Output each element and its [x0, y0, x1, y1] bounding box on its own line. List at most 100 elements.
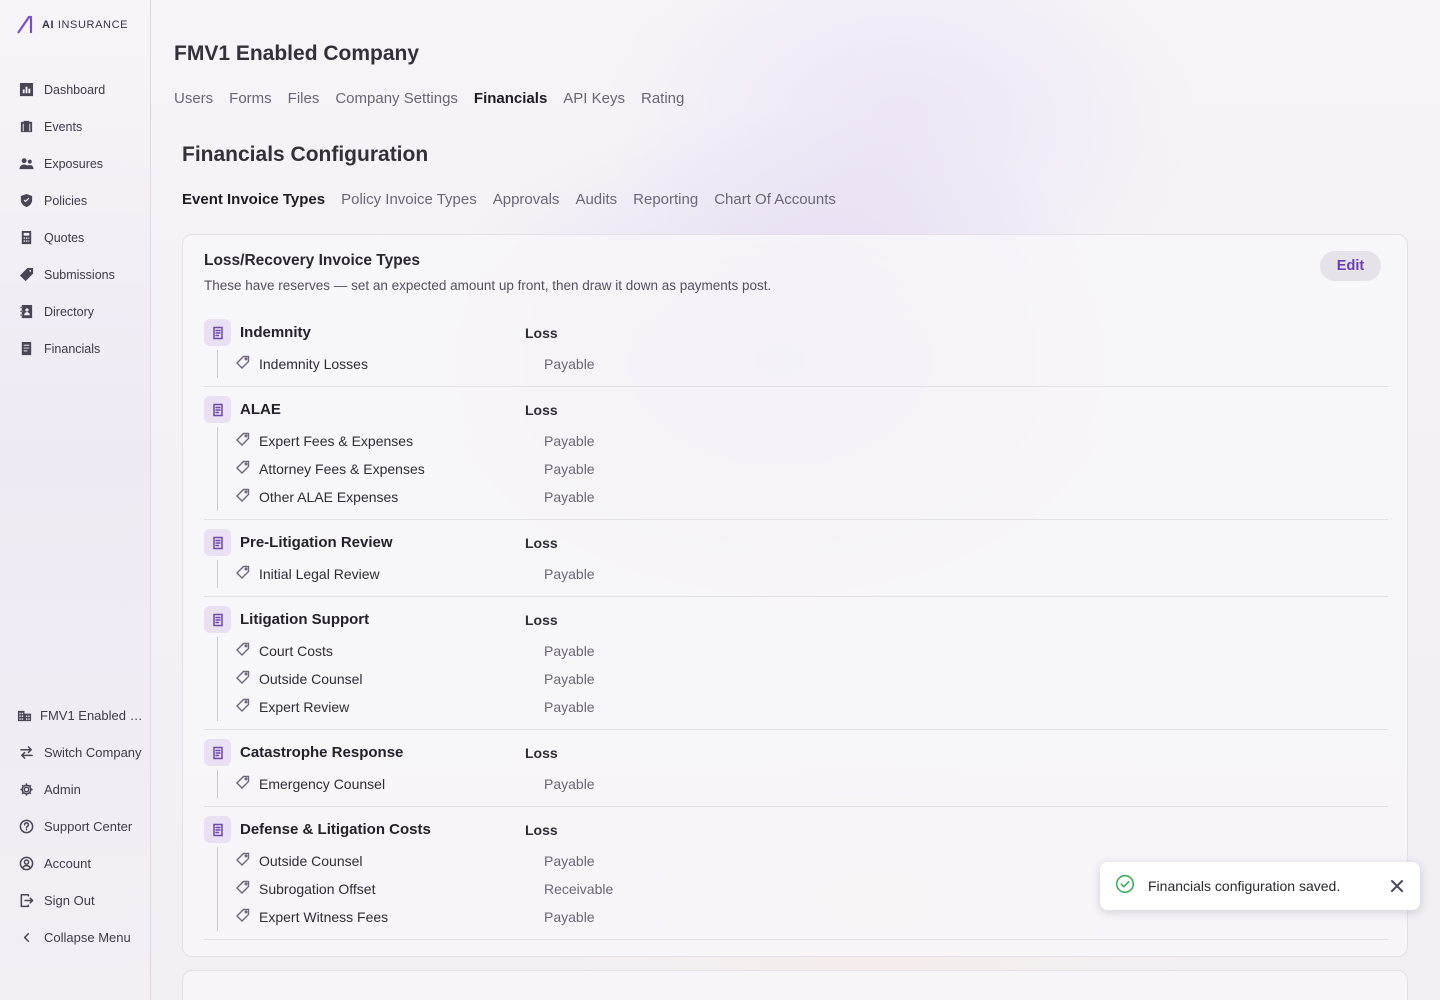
help-circle-icon [18, 819, 34, 835]
sign-out-label: Sign Out [44, 893, 95, 908]
sidebar-item-policies[interactable]: Policies [0, 182, 151, 219]
group-children: Expert Fees & Expenses Payable Attorney Fe… [217, 427, 1388, 511]
gear-icon [18, 782, 34, 798]
toast-close-button[interactable] [1380, 869, 1414, 903]
subtype-name: Subrogation Offset [259, 881, 376, 897]
contact-book-icon [18, 304, 34, 320]
brand-logo[interactable]: AI INSURANCE [16, 15, 128, 35]
invoice-type-groups: Indemnity Loss Indemnity Losses Payable ALAE… [204, 318, 1388, 948]
check-circle-icon [1115, 874, 1135, 899]
group-name: Indemnity [240, 324, 311, 341]
invoice-icon [204, 396, 231, 423]
sidebar-item-label: Events [44, 119, 83, 134]
sidebar-item-financials[interactable]: Financials [0, 330, 151, 367]
subtab-reporting[interactable]: Reporting [633, 191, 698, 208]
current-company[interactable]: FMV1 Enabled Company [0, 697, 151, 734]
switch-company-label: Switch Company [44, 745, 142, 760]
subtype-name: Attorney Fees & Expenses [259, 461, 425, 477]
subtype-name: Emergency Counsel [259, 776, 386, 792]
sign-out-icon [18, 893, 34, 909]
chevron-left-icon [18, 930, 34, 946]
group-header: Pre-Litigation Review Loss [204, 528, 1388, 557]
invoice-icon [204, 529, 231, 556]
sidebar-item-directory[interactable]: Directory [0, 293, 151, 330]
subtab-audits[interactable]: Audits [575, 191, 617, 208]
admin-button[interactable]: Admin [0, 771, 151, 808]
sidebar-item-quotes[interactable]: Quotes [0, 219, 151, 256]
invoice-subtype-row: Attorney Fees & Expenses Payable [218, 455, 1388, 483]
subtype-name: Indemnity Losses [259, 356, 368, 372]
success-toast: Financials configuration saved. [1100, 862, 1420, 910]
invoice-icon [204, 739, 231, 766]
invoice-subtype-row: Indemnity Losses Payable [218, 350, 1388, 378]
invoice-type-group: ALAE Loss Expert Fees & Expenses Payable Att… [204, 395, 1388, 520]
subtype-name: Other ALAE Expenses [259, 489, 399, 505]
group-kind: Loss [525, 534, 558, 551]
tab-rating[interactable]: Rating [641, 90, 684, 107]
sidebar-item-events[interactable]: Events [0, 108, 151, 145]
brand-name: AI INSURANCE [42, 19, 129, 31]
sidebar-item-exposures[interactable]: Exposures [0, 145, 151, 182]
sidebar-item-label: Exposures [44, 156, 104, 171]
sidebar-item-submissions[interactable]: Submissions [0, 256, 151, 293]
user-circle-icon [18, 856, 34, 872]
receipt-icon [18, 341, 34, 357]
next-card [182, 970, 1408, 1000]
subtab-approvals[interactable]: Approvals [493, 191, 560, 208]
edit-button[interactable]: Edit [1320, 251, 1381, 281]
page-title: FMV1 Enabled Company [174, 42, 420, 65]
tab-users[interactable]: Users [174, 90, 213, 107]
sign-out-button[interactable]: Sign Out [0, 882, 151, 919]
invoice-icon [204, 319, 231, 346]
sidebar-item-dashboard[interactable]: Dashboard [0, 71, 151, 108]
subtype-name: Outside Counsel [259, 671, 363, 687]
tab-company-settings[interactable]: Company Settings [335, 90, 458, 107]
subtype-kind: Payable [544, 776, 595, 792]
subtab-event-invoice-types[interactable]: Event Invoice Types [182, 191, 325, 208]
subtype-name: Court Costs [259, 643, 333, 659]
tag-icon [236, 432, 259, 451]
account-label: Account [44, 856, 91, 871]
subtype-name: Outside Counsel [259, 853, 363, 869]
calculator-icon [18, 230, 34, 246]
group-header: Defense & Litigation Costs Loss [204, 815, 1388, 844]
tag-icon [236, 355, 259, 374]
card-description: These have reserves — set an expected am… [204, 278, 772, 293]
group-name: ALAE [240, 401, 281, 418]
brand-logo-icon [17, 15, 33, 34]
support-center-button[interactable]: Support Center [0, 808, 151, 845]
subtype-name: Initial Legal Review [259, 566, 380, 582]
subtab-policy-invoice-types[interactable]: Policy Invoice Types [341, 191, 477, 208]
group-name: Pre-Litigation Review [240, 534, 393, 551]
invoice-type-group: Litigation Support Loss Court Costs Payable… [204, 605, 1388, 730]
sidebar-bottom: FMV1 Enabled Company Switch Company Admi… [0, 697, 151, 956]
group-children: Indemnity Losses Payable [217, 350, 1388, 378]
tab-files[interactable]: Files [288, 90, 320, 107]
subtype-kind: Payable [544, 853, 595, 869]
tag-icon [236, 908, 259, 927]
sidebar-item-label: Financials [44, 341, 101, 356]
tab-financials[interactable]: Financials [474, 90, 547, 107]
invoice-types-card: Loss/Recovery Invoice Types These have r… [182, 234, 1408, 957]
subtype-kind: Payable [544, 489, 595, 505]
building-icon [16, 708, 32, 724]
sidebar-nav: Dashboard Events Exposures Policies Quot… [0, 71, 151, 367]
subtab-chart-of-accounts[interactable]: Chart Of Accounts [714, 191, 836, 208]
group-kind: Loss [525, 611, 558, 628]
account-button[interactable]: Account [0, 845, 151, 882]
switch-company-button[interactable]: Switch Company [0, 734, 151, 771]
tag-icon [236, 460, 259, 479]
invoice-subtype-row: Outside Counsel Payable [218, 665, 1388, 693]
collapse-menu-button[interactable]: Collapse Menu [0, 919, 151, 956]
invoice-subtype-row: Other ALAE Expenses Payable [218, 483, 1388, 511]
subtype-kind: Payable [544, 671, 595, 687]
card-title: Loss/Recovery Invoice Types [204, 252, 420, 269]
subtype-kind: Payable [544, 433, 595, 449]
swap-arrows-icon [18, 745, 34, 761]
subtype-name: Expert Witness Fees [259, 909, 389, 925]
group-kind: Loss [525, 401, 558, 418]
tab-api-keys[interactable]: API Keys [563, 90, 625, 107]
tab-forms[interactable]: Forms [229, 90, 272, 107]
sidebar-item-label: Quotes [44, 230, 85, 245]
sidebar-item-label: Directory [44, 304, 95, 319]
